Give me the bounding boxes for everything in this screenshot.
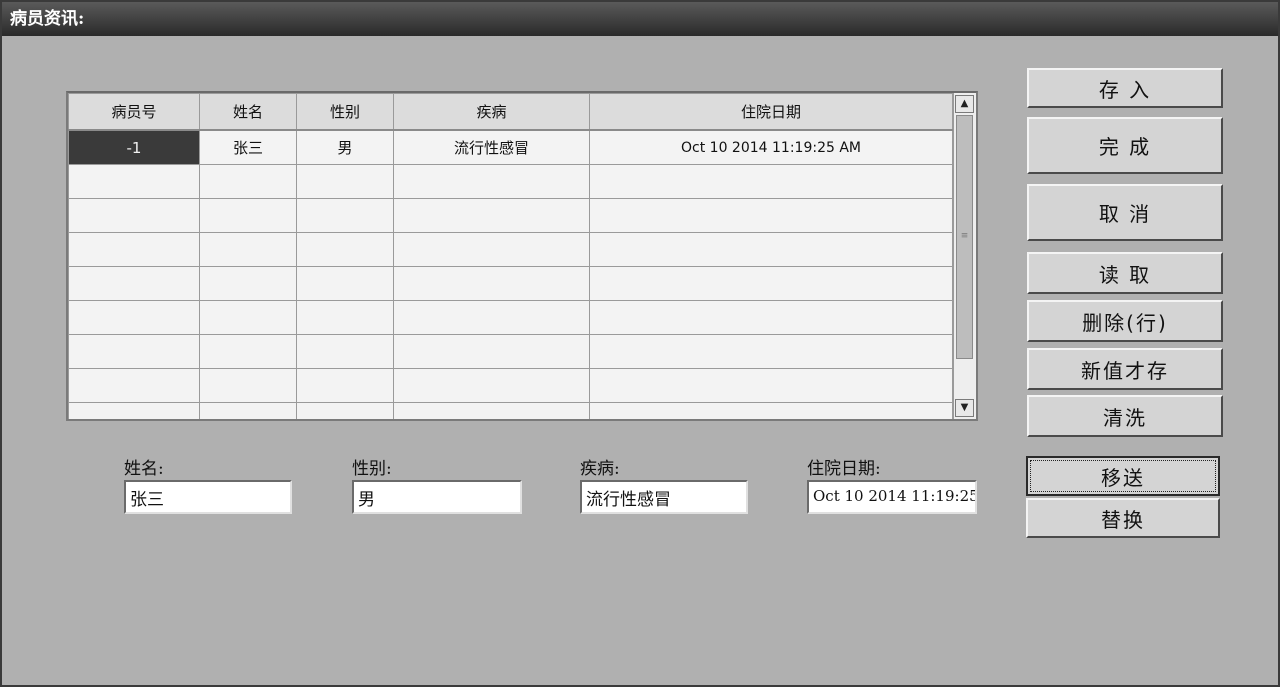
- replace-button[interactable]: 替换: [1026, 498, 1220, 538]
- admit-date-field[interactable]: Oct 10 2014 11:19:25 AM: [807, 480, 977, 514]
- cell-empty[interactable]: [296, 198, 394, 233]
- table-row-empty[interactable]: [68, 232, 953, 267]
- cell-empty[interactable]: [393, 198, 590, 233]
- column-header-disease[interactable]: 疾病: [393, 93, 590, 131]
- cell-empty[interactable]: [393, 164, 590, 199]
- patient-info-window: 病员资讯: 病员号 姓名 性别 疾病 住院日期 -1 张三 男 流行性感冒 Oc…: [0, 0, 1280, 687]
- cell-empty[interactable]: [296, 334, 394, 369]
- sex-field[interactable]: 男: [352, 480, 522, 514]
- read-button[interactable]: 读 取: [1027, 252, 1223, 294]
- cell-empty[interactable]: [393, 300, 590, 335]
- column-header-id[interactable]: 病员号: [68, 93, 200, 131]
- cell-empty[interactable]: [199, 266, 297, 301]
- cell-empty[interactable]: [589, 334, 953, 369]
- cell-sex[interactable]: 男: [296, 129, 394, 165]
- move-button[interactable]: 移送: [1026, 456, 1220, 496]
- cell-empty[interactable]: [199, 198, 297, 233]
- column-header-admit-date[interactable]: 住院日期: [589, 93, 953, 131]
- cell-empty[interactable]: [393, 232, 590, 267]
- table-row-empty[interactable]: [68, 368, 953, 403]
- name-label: 姓名:: [124, 459, 164, 479]
- cell-empty[interactable]: [68, 164, 200, 199]
- scroll-down-arrow-icon[interactable]: ▼: [955, 399, 974, 417]
- scroll-up-arrow-icon[interactable]: ▲: [955, 95, 974, 113]
- table-row-empty[interactable]: [68, 198, 953, 233]
- save-new-button[interactable]: 新值才存: [1027, 348, 1223, 390]
- sex-label: 性别:: [352, 459, 392, 479]
- cell-disease[interactable]: 流行性感冒: [393, 129, 590, 165]
- window-title: 病员资讯:: [2, 2, 1278, 36]
- cell-empty[interactable]: [68, 368, 200, 403]
- cell-empty[interactable]: [199, 232, 297, 267]
- cell-empty[interactable]: [296, 402, 394, 419]
- table-row-empty[interactable]: [68, 402, 953, 419]
- table-row-empty[interactable]: [68, 334, 953, 369]
- patient-table: 病员号 姓名 性别 疾病 住院日期 -1 张三 男 流行性感冒 Oct 10 2…: [68, 93, 953, 419]
- cell-empty[interactable]: [296, 232, 394, 267]
- cell-empty[interactable]: [199, 402, 297, 419]
- done-button[interactable]: 完 成: [1027, 117, 1223, 174]
- name-field[interactable]: 张三: [124, 480, 292, 514]
- cell-empty[interactable]: [68, 198, 200, 233]
- cell-empty[interactable]: [589, 300, 953, 335]
- cell-empty[interactable]: [589, 368, 953, 403]
- scrollbar-thumb[interactable]: ≡: [956, 115, 973, 359]
- cell-empty[interactable]: [296, 300, 394, 335]
- cell-empty[interactable]: [393, 266, 590, 301]
- cell-empty[interactable]: [199, 368, 297, 403]
- column-header-sex[interactable]: 性别: [296, 93, 394, 131]
- table-row-empty[interactable]: [68, 300, 953, 335]
- disease-field[interactable]: 流行性感冒: [580, 480, 748, 514]
- cell-empty[interactable]: [589, 164, 953, 199]
- save-button[interactable]: 存 入: [1027, 68, 1223, 108]
- patient-grid[interactable]: 病员号 姓名 性别 疾病 住院日期 -1 张三 男 流行性感冒 Oct 10 2…: [66, 91, 978, 421]
- table-row[interactable]: -1 张三 男 流行性感冒 Oct 10 2014 11:19:25 AM: [68, 129, 953, 165]
- table-row-empty[interactable]: [68, 164, 953, 199]
- cell-empty[interactable]: [199, 300, 297, 335]
- cell-empty[interactable]: [199, 164, 297, 199]
- cell-empty[interactable]: [68, 300, 200, 335]
- cell-empty[interactable]: [296, 368, 394, 403]
- cell-empty[interactable]: [296, 266, 394, 301]
- disease-label: 疾病:: [580, 459, 620, 479]
- cell-empty[interactable]: [589, 402, 953, 419]
- cell-empty[interactable]: [589, 266, 953, 301]
- column-header-name[interactable]: 姓名: [199, 93, 297, 131]
- grid-vertical-scrollbar[interactable]: ▲ ≡ ▼: [953, 93, 976, 419]
- clear-button[interactable]: 清洗: [1027, 395, 1223, 437]
- admit-date-label: 住院日期:: [807, 459, 881, 479]
- cell-admit-date[interactable]: Oct 10 2014 11:19:25 AM: [589, 129, 953, 165]
- cell-empty[interactable]: [68, 334, 200, 369]
- cell-empty[interactable]: [589, 198, 953, 233]
- cell-empty[interactable]: [296, 164, 394, 199]
- delete-row-button[interactable]: 删除(行): [1027, 300, 1223, 342]
- table-header-row: 病员号 姓名 性别 疾病 住院日期: [68, 93, 953, 131]
- table-row-empty[interactable]: [68, 266, 953, 301]
- cell-id[interactable]: -1: [68, 129, 200, 165]
- cell-empty[interactable]: [589, 232, 953, 267]
- cell-empty[interactable]: [68, 232, 200, 267]
- cell-empty[interactable]: [393, 368, 590, 403]
- cell-empty[interactable]: [393, 402, 590, 419]
- cell-name[interactable]: 张三: [199, 129, 297, 165]
- cancel-button[interactable]: 取 消: [1027, 184, 1223, 241]
- cell-empty[interactable]: [199, 334, 297, 369]
- cell-empty[interactable]: [68, 266, 200, 301]
- cell-empty[interactable]: [393, 334, 590, 369]
- cell-empty[interactable]: [68, 402, 200, 419]
